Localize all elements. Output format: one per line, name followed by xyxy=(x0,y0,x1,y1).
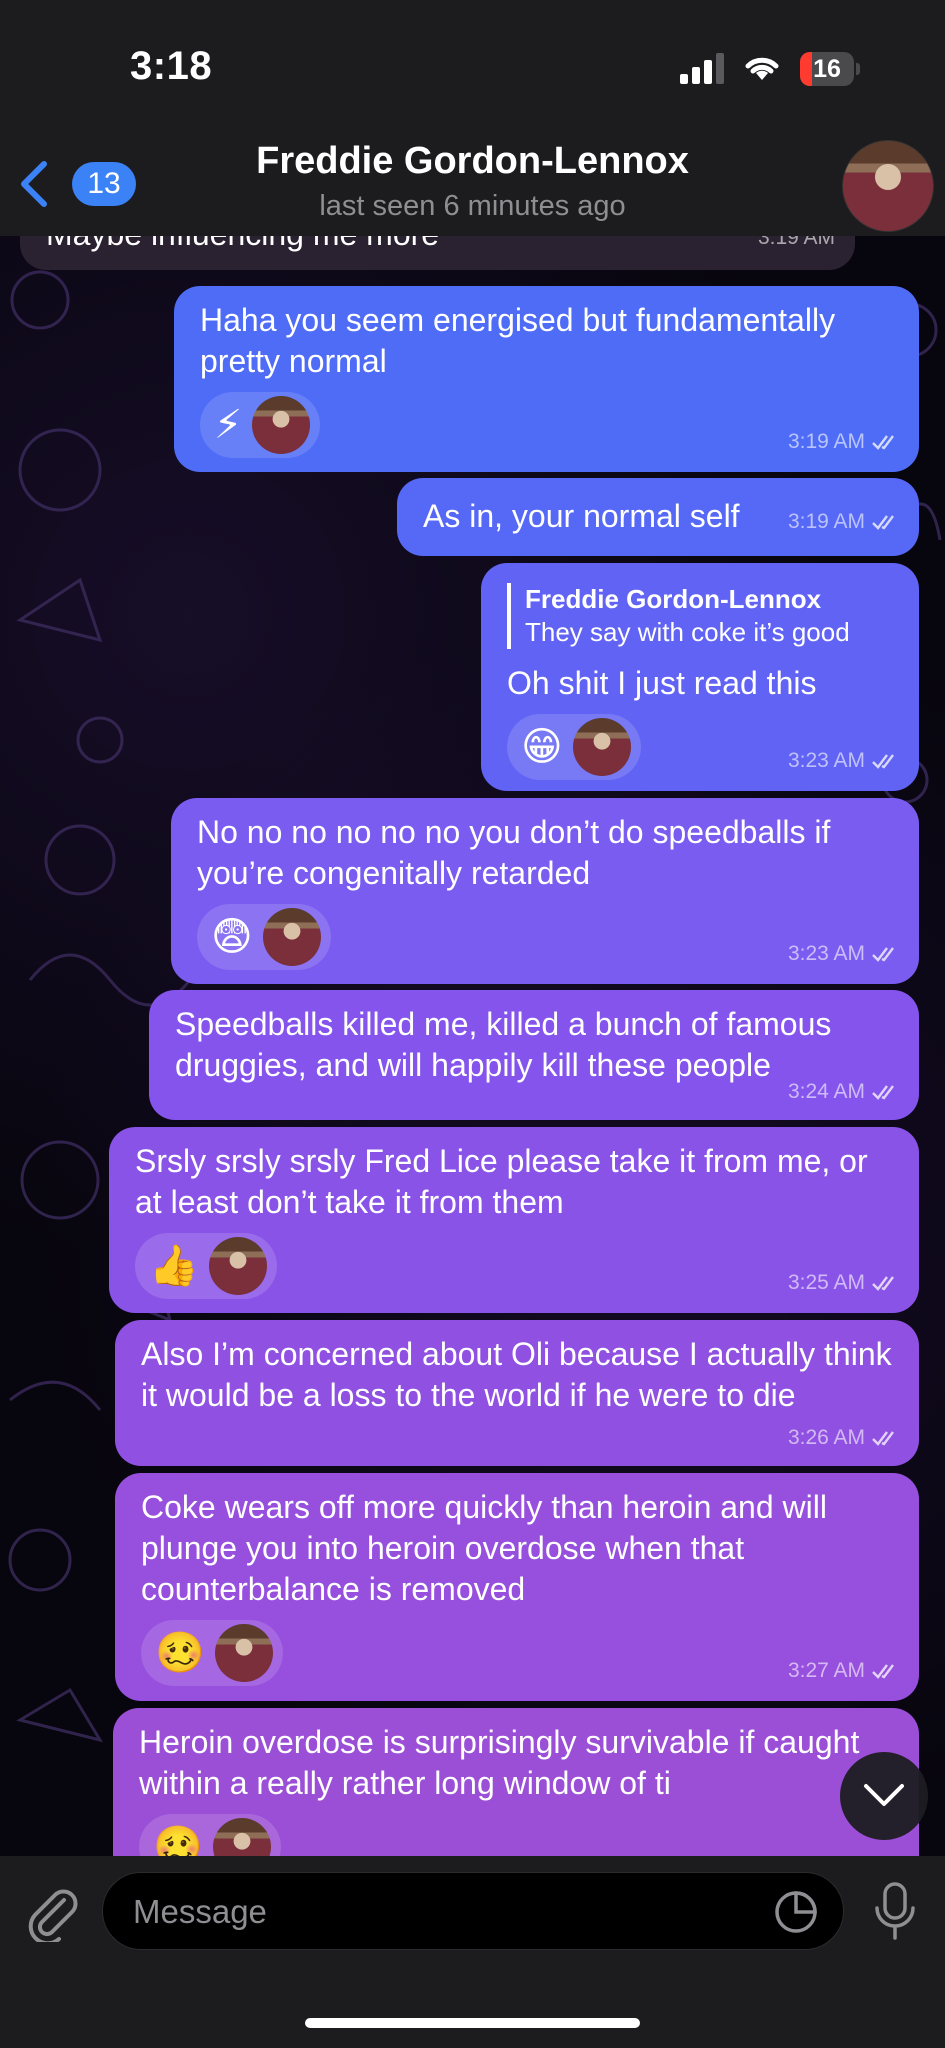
reaction-chip[interactable]: 😨 xyxy=(197,904,331,970)
message-time: 3:24 AM xyxy=(787,1080,865,1103)
double-check-icon xyxy=(872,514,894,530)
message-time: 3:23 AM xyxy=(787,942,865,965)
message-meta: 3:23 AM xyxy=(788,933,899,974)
message-bubble-outgoing[interactable]: Heroin overdose is surprisingly survivab… xyxy=(113,1708,919,1856)
reply-sender-name: Freddie Gordon-Lennox xyxy=(525,584,822,614)
signal-icon xyxy=(680,53,724,84)
reaction-avatar xyxy=(208,1237,267,1295)
message-text: Haha you seem energised but fundamentall… xyxy=(200,302,836,379)
reaction-emoji: 🥴 xyxy=(155,1631,205,1675)
message-time: 3:19 AM xyxy=(757,236,835,249)
message-bubble-outgoing[interactable]: As in, your normal self 3:19 AM xyxy=(397,478,919,556)
double-check-icon xyxy=(872,753,894,769)
sticker-icon[interactable] xyxy=(773,1889,819,1935)
message-time: 3:19 AM xyxy=(787,430,865,453)
message-text: No no no no no no you don’t do speedball… xyxy=(197,814,831,891)
reaction-emoji: 😨 xyxy=(211,915,253,959)
scroll-to-bottom-button[interactable] xyxy=(840,1752,928,1840)
reaction-emoji: 👍 xyxy=(149,1244,199,1288)
message-meta: 3:24 AM xyxy=(788,1071,899,1112)
message-meta: 3:26 AM xyxy=(788,1417,899,1458)
reaction-emoji: 🥴 xyxy=(153,1825,203,1856)
reply-text: They say with coke it’s good xyxy=(525,617,850,647)
message-time: 3:19 AM xyxy=(787,510,865,533)
composer-bar xyxy=(0,1856,945,2048)
message-bubble-outgoing[interactable]: Speedballs killed me, killed a bunch of … xyxy=(149,990,919,1120)
message-time: 3:23 AM xyxy=(787,749,865,772)
message-time: 3:25 AM xyxy=(787,1271,865,1294)
message-bubble-outgoing[interactable]: Freddie Gordon-Lennox They say with coke… xyxy=(481,563,919,791)
reaction-emoji: ⚡ xyxy=(214,403,243,447)
message-bubble-outgoing[interactable]: No no no no no no you don’t do speedball… xyxy=(171,798,919,984)
message-time: 3:27 AM xyxy=(787,1659,865,1682)
message-text: As in, your normal self xyxy=(423,498,740,534)
reaction-emoji: 😁 xyxy=(521,725,563,769)
message-bubble-incoming[interactable]: Maybe influencing me more 3:19 AM xyxy=(20,236,855,270)
message-meta: 3:19 AM xyxy=(788,421,899,462)
reaction-avatar xyxy=(262,908,321,966)
message-meta: 3:23 AM xyxy=(788,740,899,781)
message-text: Oh shit I just read this xyxy=(507,665,817,701)
reply-quote[interactable]: Freddie Gordon-Lennox They say with coke… xyxy=(507,583,893,649)
reaction-avatar xyxy=(212,1818,271,1856)
message-meta: 3:25 AM xyxy=(788,1262,899,1303)
reaction-chip[interactable]: 😁 xyxy=(507,714,641,780)
contact-last-seen: last seen 6 minutes ago xyxy=(319,190,626,222)
double-check-icon xyxy=(872,1275,894,1291)
message-bubble-outgoing[interactable]: Coke wears off more quickly than heroin … xyxy=(115,1473,919,1701)
wifi-icon xyxy=(745,57,779,80)
message-bubble-outgoing[interactable]: Haha you seem energised but fundamentall… xyxy=(174,286,919,472)
message-input[interactable] xyxy=(131,1873,735,1951)
reaction-avatar xyxy=(572,718,631,776)
message-text: Srsly srsly srsly Fred Lice please take … xyxy=(135,1143,868,1220)
status-time: 3:18 xyxy=(130,44,213,88)
contact-name[interactable]: Freddie Gordon-Lennox xyxy=(0,140,945,183)
home-indicator[interactable] xyxy=(305,2018,640,2028)
message-text: Heroin overdose is surprisingly survivab… xyxy=(139,1724,860,1801)
message-time: 3:26 AM xyxy=(787,1426,865,1449)
mic-icon[interactable] xyxy=(870,1880,920,1942)
reaction-chip[interactable]: 👍 xyxy=(135,1233,277,1299)
message-bubble-outgoing[interactable]: Also I’m concerned about Oli because I a… xyxy=(115,1320,919,1466)
double-check-icon xyxy=(872,946,894,962)
chevron-down-icon xyxy=(864,1784,904,1806)
message-field[interactable] xyxy=(102,1872,844,1951)
navigation-header: 3:18 16 13 Freddie Gordon-Lennox last se… xyxy=(0,0,945,236)
attach-icon[interactable] xyxy=(24,1886,80,1942)
double-check-icon xyxy=(872,1084,894,1100)
message-meta: 3:19 AM xyxy=(758,236,835,258)
contact-avatar[interactable] xyxy=(842,140,934,232)
message-meta: 3:19 AM xyxy=(788,501,899,542)
reaction-chip[interactable]: 🥴 xyxy=(141,1620,283,1686)
double-check-icon xyxy=(872,1430,894,1446)
reaction-chip[interactable]: ⚡ xyxy=(200,392,321,458)
reaction-avatar xyxy=(252,396,311,454)
message-bubble-outgoing[interactable]: Srsly srsly srsly Fred Lice please take … xyxy=(109,1127,919,1313)
message-text: Speedballs killed me, killed a bunch of … xyxy=(175,1006,832,1083)
message-list[interactable]: Maybe influencing me more 3:19 AM Haha y… xyxy=(0,236,945,1856)
reaction-avatar xyxy=(214,1624,273,1682)
message-meta: 3:27 AM xyxy=(788,1650,899,1691)
double-check-icon xyxy=(872,1663,894,1679)
reaction-chip[interactable]: 🥴 xyxy=(139,1814,281,1856)
message-text: Also I’m concerned about Oli because I a… xyxy=(141,1336,892,1413)
message-text: Coke wears off more quickly than heroin … xyxy=(141,1489,827,1607)
battery-nub xyxy=(856,63,860,75)
message-text: Maybe influencing me more xyxy=(46,236,439,252)
double-check-icon xyxy=(872,434,894,450)
battery-icon: 16 xyxy=(800,52,860,86)
battery-level: 16 xyxy=(813,55,841,83)
